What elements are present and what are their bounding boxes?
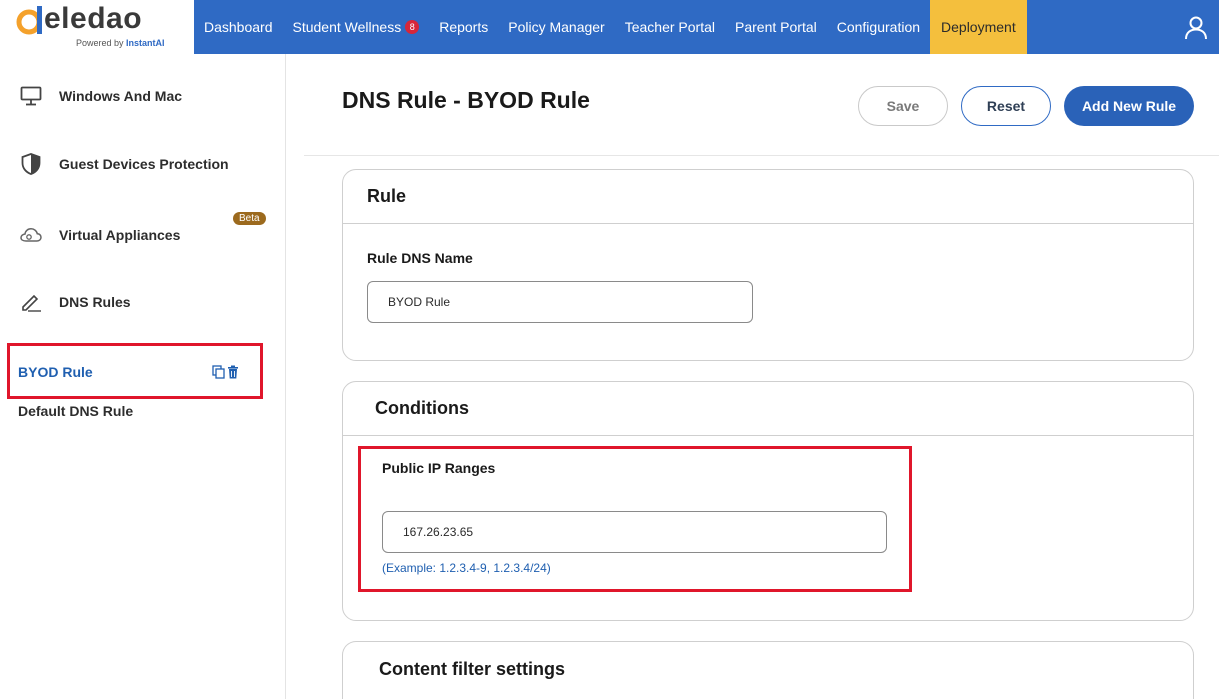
rule-row-actions: [212, 365, 239, 379]
shield-icon: [20, 153, 42, 175]
copy-icon[interactable]: [212, 365, 225, 379]
nav-configuration[interactable]: Configuration: [827, 0, 930, 54]
save-button[interactable]: Save: [858, 86, 948, 126]
rule-item-byod[interactable]: BYOD Rule: [18, 364, 93, 380]
nav-parent-portal[interactable]: Parent Portal: [725, 0, 827, 54]
rule-card-title: Rule: [343, 170, 1193, 224]
trash-icon[interactable]: [227, 365, 239, 379]
sidebar-item-windows-and-mac[interactable]: Windows And Mac: [20, 85, 182, 107]
main-nav: Dashboard Student Wellness 8 Reports Poli…: [194, 0, 1027, 54]
content-filter-card: Content filter settings: [342, 641, 1194, 699]
rule-card: Rule Rule DNS Name: [342, 169, 1194, 361]
sidebar-item-guest-devices-protection[interactable]: Guest Devices Protection: [20, 153, 229, 175]
content-filter-card-title[interactable]: Content filter settings: [343, 642, 1193, 697]
powered-by-text: Powered by InstantAI: [76, 38, 165, 48]
monitor-icon: [20, 85, 42, 107]
add-new-rule-button[interactable]: Add New Rule: [1064, 86, 1194, 126]
cloud-icon: [20, 224, 42, 246]
rule-dns-name-input[interactable]: [367, 281, 753, 323]
nav-teacher-portal[interactable]: Teacher Portal: [615, 0, 725, 54]
logo[interactable]: eledao Powered by InstantAI: [0, 0, 194, 54]
sidebar: Windows And Mac Guest Devices Protection…: [0, 54, 286, 699]
notification-badge: 8: [405, 20, 420, 34]
conditions-card-title: Conditions: [343, 382, 1193, 436]
beta-badge: Beta: [233, 212, 266, 225]
user-profile-icon[interactable]: [1183, 14, 1209, 40]
rule-item-default-dns[interactable]: Default DNS Rule: [18, 403, 133, 419]
main-content: DNS Rule - BYOD Rule Save Reset Add New …: [286, 54, 1219, 699]
nav-deployment[interactable]: Deployment: [930, 0, 1027, 54]
eledao-logo-icon: [16, 6, 42, 35]
nav-policy-manager[interactable]: Policy Manager: [498, 0, 615, 54]
ip-ranges-highlight: [358, 446, 912, 592]
header-divider: [304, 155, 1219, 156]
sidebar-item-virtual-appliances[interactable]: Virtual Appliances: [20, 224, 180, 246]
sidebar-item-dns-rules[interactable]: DNS Rules: [20, 291, 131, 313]
top-navigation-bar: eledao Powered by InstantAI Dashboard St…: [0, 0, 1219, 54]
brand-name: eledao: [44, 2, 143, 35]
nav-dashboard[interactable]: Dashboard: [194, 0, 283, 54]
nav-student-wellness[interactable]: Student Wellness 8: [283, 0, 430, 54]
nav-reports[interactable]: Reports: [429, 0, 498, 54]
pencil-icon: [20, 291, 42, 313]
rule-dns-name-label: Rule DNS Name: [367, 250, 473, 266]
reset-button[interactable]: Reset: [961, 86, 1051, 126]
page-title: DNS Rule - BYOD Rule: [342, 87, 590, 113]
